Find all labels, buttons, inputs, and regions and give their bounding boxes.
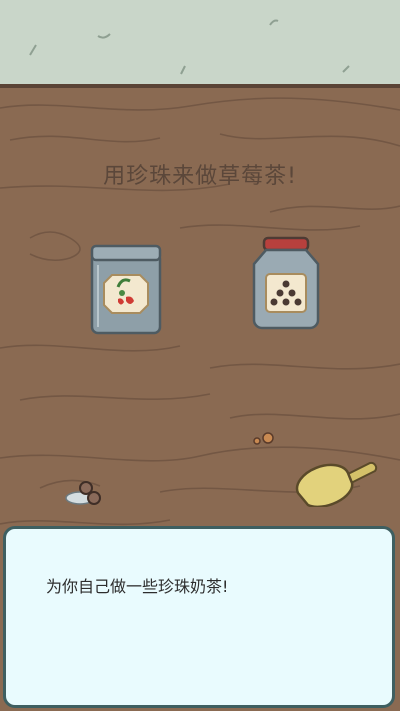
dialog-text: 为你自己做一些珍珠奶茶! [46, 577, 229, 596]
strawberry-tea-jar[interactable] [88, 243, 164, 335]
scene-title: 用珍珠来做草莓茶! [103, 164, 297, 189]
tapioca-pearl-jar-icon [252, 236, 320, 330]
spilled-pearls-icon [65, 481, 101, 505]
scoop-icon [295, 461, 378, 509]
tapioca-pearl-jar[interactable] [248, 236, 324, 332]
wall-background [0, 0, 400, 86]
scoop[interactable] [292, 455, 378, 509]
strawberry-jar-icon [90, 244, 162, 335]
spilled-pearls[interactable] [62, 476, 106, 510]
pebbles-icon [250, 430, 278, 446]
wall-scratches [29, 19, 350, 75]
dialog-box[interactable]: 为你自己做一些珍珠奶茶! [3, 526, 395, 708]
